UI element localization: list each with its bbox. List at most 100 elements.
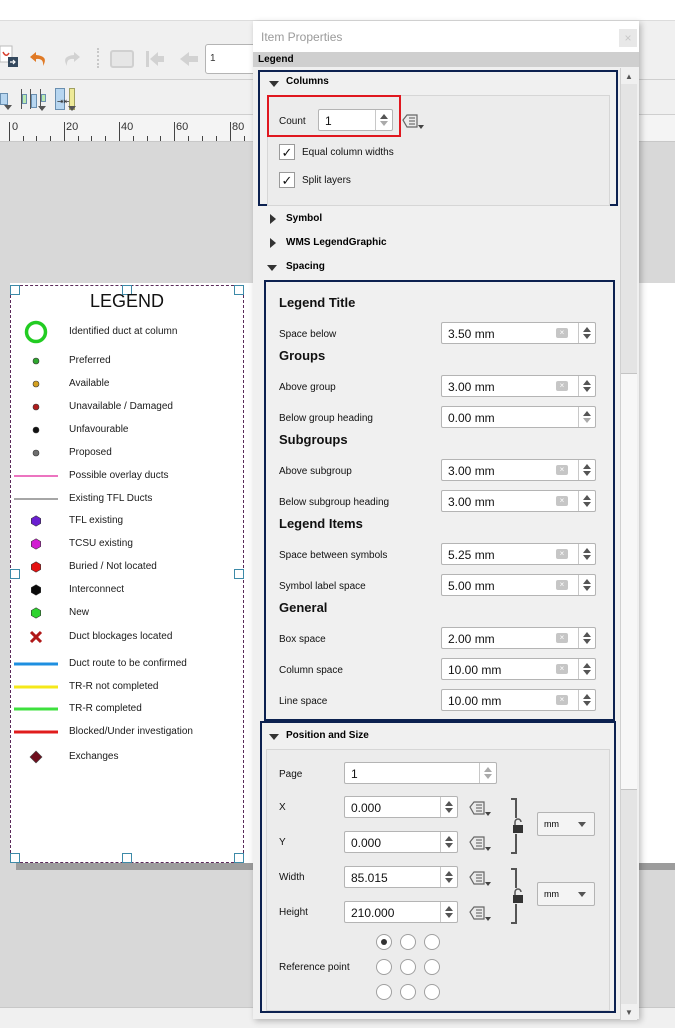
legend-entry: TR-R not completed (11, 677, 243, 697)
dialog-title-bar[interactable]: Item Properties × (253, 21, 639, 52)
reference-point-top-center-radio[interactable] (400, 934, 416, 950)
y-stepper[interactable] (440, 832, 457, 852)
space-between-symbols-stepper[interactable] (578, 544, 595, 564)
previous-feature-icon[interactable] (178, 48, 200, 70)
box-space-spinbox[interactable]: 2.00 mm × (441, 627, 596, 649)
x-spinbox[interactable]: 0.000 (344, 796, 458, 818)
below-subgroup-heading-label: Below subgroup heading (279, 497, 390, 508)
vertical-scrollbar[interactable]: ▲ ▼ (620, 68, 637, 1020)
collapse-icon[interactable] (267, 265, 277, 271)
line-space-spinbox[interactable]: 10.00 mm × (441, 689, 596, 711)
reference-point-middle-left-radio[interactable] (376, 959, 392, 975)
column-space-spinbox[interactable]: 10.00 mm × (441, 658, 596, 680)
reference-point-middle-center-radio[interactable] (400, 959, 416, 975)
legend-label: Existing TFL Ducts (69, 493, 153, 504)
undo-icon[interactable] (28, 48, 50, 70)
scroll-down-icon[interactable]: ▼ (621, 1004, 637, 1020)
clear-icon[interactable]: × (556, 580, 568, 590)
reference-point-middle-right-radio[interactable] (424, 959, 440, 975)
size-unit-select[interactable]: mm (537, 882, 595, 906)
reference-point-top-right-radio[interactable] (424, 934, 440, 950)
height-data-defined-icon[interactable] (468, 902, 494, 924)
expand-icon[interactable] (270, 214, 276, 224)
symbol-header[interactable]: Symbol (286, 213, 322, 224)
export-pdf-icon[interactable] (0, 44, 18, 70)
width-data-defined-icon[interactable] (468, 867, 494, 889)
clear-icon[interactable]: × (556, 328, 568, 338)
data-defined-override-icon[interactable] (401, 110, 427, 132)
resize-handle-bottom[interactable] (122, 853, 132, 863)
redo-icon[interactable] (60, 48, 82, 70)
clear-icon[interactable]: × (556, 633, 568, 643)
above-group-spinbox[interactable]: 3.00 mm × (441, 375, 596, 397)
legend-label: Blocked/Under investigation (69, 726, 193, 737)
lock-aspect-ratio-icon[interactable] (512, 888, 524, 904)
resize-icon[interactable]: ⇥⇤ (55, 87, 79, 111)
clear-icon[interactable]: × (556, 549, 568, 559)
lock-position-icon[interactable] (512, 818, 524, 834)
reference-point-bottom-right-radio[interactable] (424, 984, 440, 1000)
height-spinbox[interactable]: 210.000 (344, 901, 458, 923)
expand-icon[interactable] (270, 238, 276, 248)
above-group-stepper[interactable] (578, 376, 595, 396)
symbol-label-space-stepper[interactable] (578, 575, 595, 595)
clear-icon[interactable]: × (556, 695, 568, 705)
first-feature-icon[interactable] (144, 48, 166, 70)
ruler-label: 80 (232, 121, 245, 133)
raise-icon[interactable] (0, 87, 14, 111)
align-icon[interactable] (20, 87, 48, 111)
resize-handle-bottom-left[interactable] (10, 853, 20, 863)
box-space-stepper[interactable] (578, 628, 595, 648)
below-group-heading-spinbox[interactable]: 0.00 mm (441, 406, 596, 428)
column-space-stepper[interactable] (578, 659, 595, 679)
legend-label: Unfavourable (69, 424, 129, 435)
resize-handle-bottom-right[interactable] (234, 853, 244, 863)
space-below-spinbox[interactable]: 3.50 mm × (441, 322, 596, 344)
y-data-defined-icon[interactable] (468, 832, 494, 854)
x-data-defined-icon[interactable] (468, 797, 494, 819)
close-icon[interactable]: × (619, 29, 637, 47)
below-subgroup-heading-spinbox[interactable]: 3.00 mm × (441, 490, 596, 512)
line-space-stepper[interactable] (578, 690, 595, 710)
count-stepper[interactable] (375, 110, 392, 130)
height-stepper[interactable] (440, 902, 457, 922)
reference-point-bottom-center-radio[interactable] (400, 984, 416, 1000)
width-stepper[interactable] (440, 867, 457, 887)
collapse-icon[interactable] (269, 81, 279, 87)
symbol-label-space-spinbox[interactable]: 5.00 mm × (441, 574, 596, 596)
collapse-icon[interactable] (269, 734, 279, 740)
position-unit-select[interactable]: mm (537, 812, 595, 836)
space-below-label: Space below (279, 329, 337, 340)
x-stepper[interactable] (440, 797, 457, 817)
count-spinbox[interactable]: 1 (318, 109, 393, 131)
y-spinbox[interactable]: 0.000 (344, 831, 458, 853)
below-subgroup-heading-stepper[interactable] (578, 491, 595, 511)
clear-icon[interactable]: × (556, 664, 568, 674)
page-stepper[interactable] (479, 763, 496, 783)
reference-point-bottom-left-radio[interactable] (376, 984, 392, 1000)
clear-icon[interactable]: × (556, 465, 568, 475)
clear-icon[interactable]: × (556, 381, 568, 391)
below-group-heading-stepper[interactable] (578, 407, 595, 427)
spacing-header[interactable]: Spacing (286, 261, 325, 272)
item-type-label: Legend (258, 54, 294, 65)
legend-item[interactable]: LEGEND Identified duct at column Preferre… (10, 285, 244, 863)
atlas-preview-icon[interactable] (110, 50, 134, 68)
clear-icon[interactable]: × (556, 496, 568, 506)
split-layers-checkbox[interactable]: ✓ (279, 172, 295, 188)
width-spinbox[interactable]: 85.015 (344, 866, 458, 888)
scroll-up-icon[interactable]: ▲ (621, 68, 637, 84)
reference-point-top-left-radio[interactable] (376, 934, 392, 950)
equal-column-widths-checkbox[interactable]: ✓ (279, 144, 295, 160)
count-label: Count (279, 116, 306, 127)
space-below-stepper[interactable] (578, 323, 595, 343)
space-between-symbols-spinbox[interactable]: 5.25 mm × (441, 543, 596, 565)
above-subgroup-stepper[interactable] (578, 460, 595, 480)
scrollbar-thumb[interactable] (621, 373, 637, 790)
columns-header[interactable]: Columns (286, 76, 329, 87)
wms-legendgraphic-header[interactable]: WMS LegendGraphic (286, 237, 387, 248)
above-subgroup-spinbox[interactable]: 3.00 mm × (441, 459, 596, 481)
page-spinbox[interactable]: 1 (344, 762, 497, 784)
position-size-header[interactable]: Position and Size (286, 730, 369, 741)
legend-symbol-dot-icon (13, 374, 58, 394)
